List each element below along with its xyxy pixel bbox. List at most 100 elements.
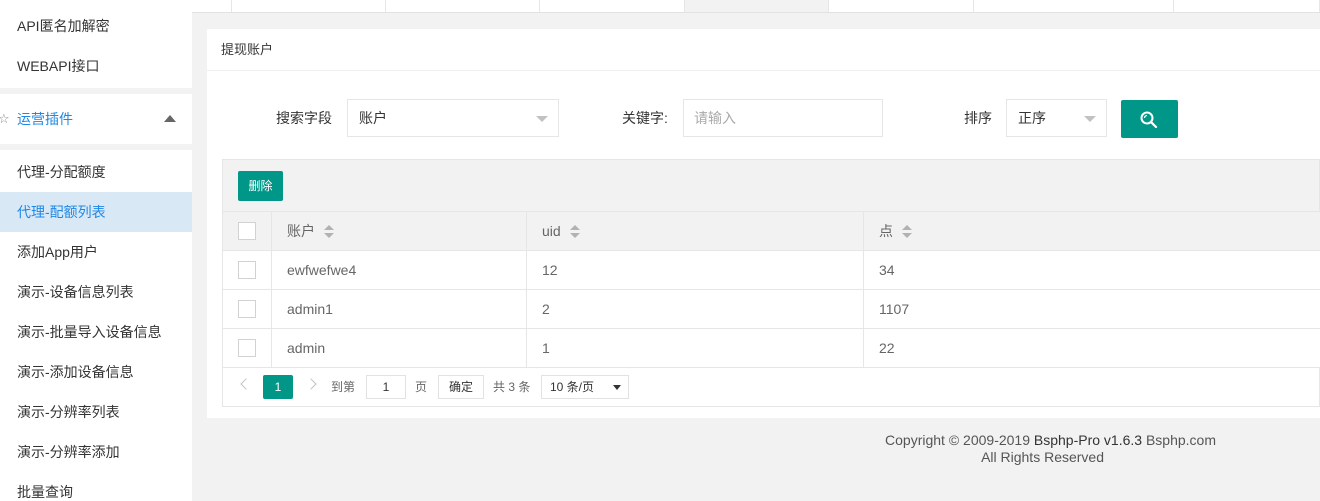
sidebar-item-label: WEBAPI接口: [17, 58, 100, 74]
column-header-account[interactable]: 账户: [271, 211, 527, 251]
star-icon: ☆: [0, 111, 10, 126]
sidebar-item-add-app-user[interactable]: 添加App用户: [0, 232, 192, 272]
column-header-points[interactable]: 点: [863, 211, 1320, 251]
sidebar-item-label: 演示-批量导入设备信息: [17, 324, 162, 340]
sidebar-item-batch-query[interactable]: 批量查询: [0, 472, 192, 501]
cell-account: admin: [271, 328, 527, 368]
search-field-value: 账户: [359, 110, 387, 126]
goto-page-input[interactable]: 1: [366, 375, 406, 399]
sidebar-item-label: API匿名加解密: [17, 18, 110, 34]
data-table: 账户 uid 点 ewfwefwe4 12 34 admin1 2 1107 a…: [222, 211, 1320, 368]
table-row: admin1 2 1107: [222, 289, 1320, 329]
sidebar-divider: [0, 144, 192, 150]
tab[interactable]: [386, 0, 540, 12]
footer: Copyright © 2009-2019 Bsphp-Pro v1.6.3 B…: [192, 432, 1232, 466]
tab[interactable]: [1174, 0, 1320, 12]
row-checkbox-cell: [222, 328, 272, 368]
header-checkbox-cell: [222, 211, 272, 251]
keyword-input[interactable]: [683, 99, 883, 137]
sidebar-item-demo-resolution-add[interactable]: 演示-分辨率添加: [0, 432, 192, 472]
card-title: 提现账户: [207, 29, 1320, 71]
sidebar-item-label: 代理-分配额度: [17, 164, 106, 180]
select-all-checkbox[interactable]: [238, 222, 256, 241]
sidebar-item-agent-quota-assign[interactable]: 代理-分配额度: [0, 152, 192, 192]
sort-label: 排序: [964, 110, 992, 126]
table-row: admin 1 22: [222, 328, 1320, 368]
sidebar-item-label: 演示-设备信息列表: [17, 284, 134, 300]
chevron-right-icon[interactable]: [305, 378, 317, 390]
sidebar-item-webapi[interactable]: WEBAPI接口: [0, 46, 192, 86]
column-header-uid[interactable]: uid: [526, 211, 864, 251]
search-field-select[interactable]: 账户: [347, 99, 559, 137]
chevron-down-icon: [1084, 116, 1096, 122]
tab[interactable]: [192, 0, 232, 12]
sidebar-group-label: 运营插件: [17, 111, 73, 127]
cell-points: 1107: [863, 289, 1320, 329]
delete-button[interactable]: 删除: [238, 171, 283, 201]
sidebar-item-label: 演示-分辨率列表: [17, 404, 120, 420]
goto-confirm-button[interactable]: 确定: [438, 375, 484, 399]
footer-copyright-line: Copyright © 2009-2019 Bsphp-Pro v1.6.3 B…: [192, 432, 1232, 449]
caret-down-icon: [613, 385, 621, 390]
page-unit-label: 页: [415, 380, 428, 394]
tab[interactable]: [974, 0, 1174, 12]
tab[interactable]: [540, 0, 685, 12]
sort-icon[interactable]: [569, 225, 580, 239]
row-checkbox-cell: [222, 250, 272, 290]
chevron-left-icon[interactable]: [240, 378, 252, 390]
page-current[interactable]: 1: [263, 375, 293, 399]
table-header-row: 账户 uid 点: [222, 211, 1320, 251]
table-toolbar: 删除: [222, 159, 1320, 212]
content-card: 提现账户 搜索字段 账户 关键字: 排序 正序 删除 账户 uid 点: [207, 29, 1320, 418]
search-icon: [1140, 111, 1158, 129]
cell-uid: 1: [526, 328, 864, 368]
sidebar-item-label: 添加App用户: [17, 244, 98, 260]
column-header-label: 点: [879, 223, 893, 239]
cell-points: 22: [863, 328, 1320, 368]
row-checkbox-cell: [222, 289, 272, 329]
column-header-label: uid: [542, 222, 561, 239]
sort-value: 正序: [1018, 110, 1046, 126]
sidebar-item-label: 批量查询: [17, 484, 73, 500]
search-field-label: 搜索字段: [276, 110, 332, 126]
row-checkbox[interactable]: [238, 300, 256, 319]
cell-account: ewfwefwe4: [271, 250, 527, 290]
total-count: 共 3 条: [493, 380, 531, 394]
sidebar-item-demo-device-list[interactable]: 演示-设备信息列表: [0, 272, 192, 312]
sidebar-item-agent-quota-list[interactable]: 代理-配额列表: [0, 192, 192, 232]
copyright-text: Copyright © 2009-2019: [885, 432, 1034, 448]
sort-select[interactable]: 正序: [1006, 99, 1107, 137]
row-checkbox[interactable]: [238, 261, 256, 280]
sidebar-item-label: 演示-分辨率添加: [17, 444, 120, 460]
sidebar-item-api-crypto[interactable]: API匿名加解密: [0, 6, 192, 46]
column-header-label: 账户: [287, 223, 315, 239]
sort-icon[interactable]: [902, 225, 912, 239]
tab[interactable]: [829, 0, 974, 12]
sidebar: API匿名加解密 WEBAPI接口 ☆ 运营插件 代理-分配额度 代理-配额列表…: [0, 0, 192, 501]
cell-account: admin1: [271, 289, 527, 329]
search-button[interactable]: [1121, 100, 1178, 138]
tab-active[interactable]: [685, 0, 829, 12]
sidebar-item-demo-add-device[interactable]: 演示-添加设备信息: [0, 352, 192, 392]
sidebar-item-label: 演示-添加设备信息: [17, 364, 134, 380]
footer-rights: All Rights Reserved: [981, 449, 1104, 465]
site-name: Bsphp.com: [1142, 432, 1216, 448]
table-row: ewfwefwe4 12 34: [222, 250, 1320, 290]
chevron-down-icon: [536, 116, 548, 122]
sidebar-item-demo-batch-import[interactable]: 演示-批量导入设备信息: [0, 312, 192, 352]
keyword-label: 关键字:: [622, 110, 668, 126]
sidebar-group-ops-plugins[interactable]: ☆ 运营插件: [0, 94, 192, 144]
product-name: Bsphp-Pro v1.6.3: [1033, 432, 1143, 448]
tab[interactable]: [232, 0, 386, 12]
page-size-select[interactable]: 10 条/页: [541, 375, 629, 399]
sort-icon[interactable]: [324, 225, 334, 239]
tab-strip: [192, 0, 1320, 13]
cell-uid: 12: [526, 250, 864, 290]
cell-uid: 2: [526, 289, 864, 329]
chevron-up-icon: [164, 115, 176, 122]
sidebar-item-demo-resolution-list[interactable]: 演示-分辨率列表: [0, 392, 192, 432]
page-size-value: 10 条/页: [550, 380, 595, 394]
sidebar-item-label: 代理-配额列表: [17, 204, 106, 220]
row-checkbox[interactable]: [238, 339, 256, 358]
goto-label: 到第: [331, 380, 356, 394]
